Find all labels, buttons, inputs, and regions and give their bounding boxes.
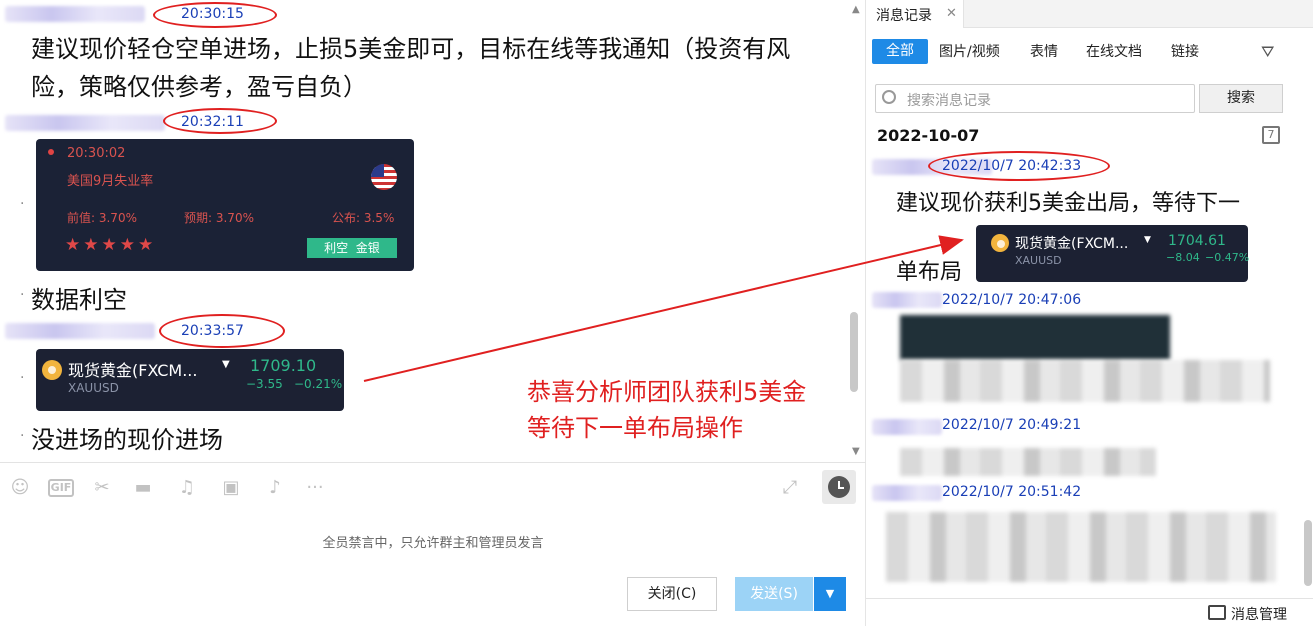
annotation-arrow — [363, 235, 964, 382]
